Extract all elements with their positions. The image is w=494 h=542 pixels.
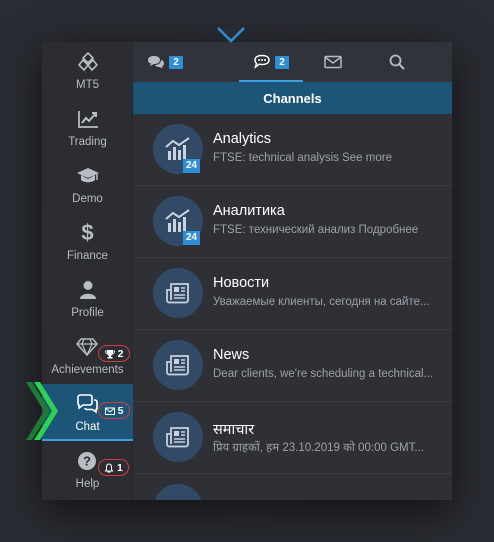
user-icon <box>76 279 100 301</box>
tab-chats-badge: 2 <box>169 55 183 69</box>
channel-preview: Уважаемые клиенты, сегодня на сайте... <box>213 296 430 308</box>
achievements-badge-count: 2 <box>117 347 124 360</box>
channel-preview: FTSE: technical analysis See more <box>213 152 392 164</box>
channel-item[interactable]: News Dear clients, we're scheduling a te… <box>133 330 452 402</box>
channels-header: Channels <box>133 82 452 114</box>
help-icon: ? <box>75 450 99 472</box>
highlight-arrows-icon <box>26 382 58 440</box>
channel-preview: प्रिय ग्राहकों, हम 23.10.2019 को 00:00 G… <box>213 442 424 454</box>
mail-icon <box>324 55 342 69</box>
chat-badge-count: 5 <box>117 404 124 417</box>
top-tab-bar: 2 2 <box>133 42 452 82</box>
channel-title: Аналитика <box>213 203 285 219</box>
sidebar-item-label: Trading <box>68 136 107 148</box>
sidebar-item-label: MT5 <box>76 79 99 91</box>
channel-item[interactable]: 24 Analytics FTSE: technical analysis Se… <box>133 114 452 186</box>
channel-title: समाचार <box>213 422 255 438</box>
newspaper-icon <box>153 340 203 390</box>
envelope-icon <box>104 407 115 415</box>
dollar-icon: $ <box>81 220 94 245</box>
diamond-icon <box>75 336 99 358</box>
sidebar-item-achievements[interactable]: 2 Achievements <box>42 327 133 384</box>
channel-item[interactable] <box>133 474 452 500</box>
sidebar-item-trading[interactable]: Trading <box>42 99 133 156</box>
sidebar-item-profile[interactable]: Profile <box>42 270 133 327</box>
newspaper-icon <box>153 484 203 500</box>
newspaper-icon <box>153 268 203 318</box>
channel-badge: 24 <box>183 159 201 173</box>
channel-item[interactable]: Новости Уважаемые клиенты, сегодня на са… <box>133 258 452 330</box>
sidebar-item-mt5[interactable]: MT5 <box>42 42 133 99</box>
channel-badge: 24 <box>183 231 201 245</box>
sidebar-item-label: Profile <box>71 307 104 319</box>
achievements-badge: 2 <box>98 345 130 362</box>
sidebar-item-label: Finance <box>67 250 108 262</box>
graduation-cap-icon <box>76 165 100 187</box>
channel-title: Analytics <box>213 131 272 147</box>
tab-channels-badge: 2 <box>275 55 289 69</box>
sidebar-item-demo[interactable]: Demo <box>42 156 133 213</box>
tab-mail[interactable] <box>301 42 365 82</box>
sidebar-item-help[interactable]: ? 1 Help <box>42 441 133 498</box>
mt5-logo-icon <box>76 51 100 73</box>
trading-chart-icon <box>76 108 100 130</box>
chat-icon <box>75 393 99 415</box>
channel-item[interactable]: समाचार प्रिय ग्राहकों, हम 23.10.2019 को … <box>133 402 452 474</box>
app-window: MT5 Trading Demo $ Finance Profile 2 Ach… <box>42 42 452 500</box>
channel-list: 24 Analytics FTSE: technical analysis Se… <box>133 114 452 500</box>
sidebar-item-label: Achievements <box>51 364 124 376</box>
tab-pointer-icon <box>217 27 245 43</box>
help-badge-count: 1 <box>117 461 123 474</box>
svg-text:?: ? <box>83 454 91 469</box>
tab-channels[interactable]: 2 <box>239 42 303 82</box>
channel-title: Новости <box>213 275 270 291</box>
channels-icon <box>254 54 270 69</box>
tab-chats[interactable]: 2 <box>133 42 197 82</box>
channel-item[interactable]: 24 Аналитика FTSE: технический анализ По… <box>133 186 452 258</box>
sidebar-item-label: Demo <box>72 193 103 205</box>
trophy-icon <box>104 349 115 358</box>
newspaper-icon <box>153 412 203 462</box>
sidebar-item-finance[interactable]: $ Finance <box>42 213 133 270</box>
chat-badge: 5 <box>98 402 130 419</box>
channel-preview: FTSE: технический анализ Подробнее <box>213 224 419 236</box>
channel-title: News <box>213 347 250 363</box>
add-button[interactable] <box>397 42 452 82</box>
help-badge: 1 <box>98 459 129 476</box>
bell-icon <box>104 462 114 473</box>
sidebar-item-label: Help <box>75 478 100 490</box>
chats-icon <box>148 56 164 69</box>
channel-preview: Dear clients, we're scheduling a technic… <box>213 368 434 380</box>
